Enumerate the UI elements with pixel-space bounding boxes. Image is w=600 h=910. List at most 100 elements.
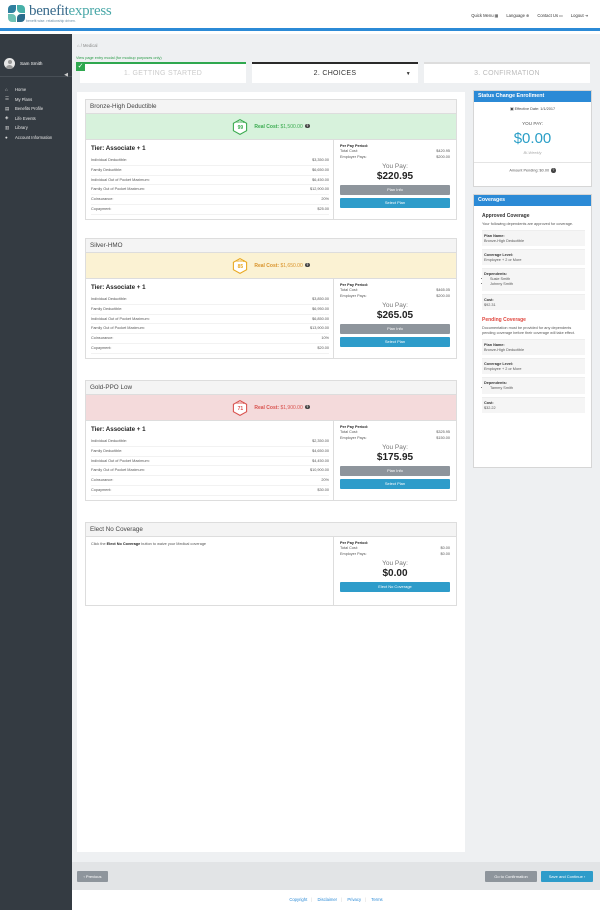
detail-row: Individual Deductible: $2,350.00	[91, 437, 329, 447]
quick-menu-link[interactable]: Quick Menu▦	[471, 13, 498, 18]
previous-button[interactable]: ‹ Previous	[77, 871, 108, 882]
footer: Copyright | Disclaimer | Privacy | Terms	[72, 890, 600, 910]
logo-mark-icon	[7, 4, 26, 23]
no-coverage-card: Elect No Coverage Click the Elect No Cov…	[85, 522, 457, 606]
globe-icon: ⊕	[525, 13, 530, 18]
detail-row: Individual Out of Pocket Maximum: $6,450.…	[91, 176, 329, 186]
action-bar: ‹ Previous Go to Confirmation Save and C…	[72, 862, 600, 890]
info-icon[interactable]: ?	[305, 123, 310, 129]
you-pay-amount: $0.00	[382, 567, 408, 579]
plan-info-button[interactable]: Plan Info	[340, 323, 450, 334]
event-icon: ◈	[5, 115, 9, 121]
score-hex-icon: SCORE 99	[232, 118, 248, 135]
user-profile[interactable]: Sam Smith ◀	[0, 34, 72, 78]
sidebar-item-my-plans[interactable]: ☰ My Plans	[0, 95, 72, 105]
detail-row: Family Out of Pocket Maximum: $13,900.00	[91, 324, 329, 335]
info-icon[interactable]: ?	[305, 262, 310, 268]
tier-label: Tier: Associate + 1	[91, 145, 146, 152]
footer-link-terms[interactable]: Terms	[371, 897, 382, 902]
select-plan-button[interactable]: Select Plan	[340, 197, 450, 208]
go-to-confirmation-button[interactable]: Go to Confirmation	[485, 871, 537, 882]
list-icon: ☰	[5, 96, 10, 102]
top-header: benefitexpress benefit wise. relationshi…	[0, 0, 600, 31]
coverage-item: Coverage Level: Employee + 2 or More	[482, 249, 585, 266]
footer-link-disclaimer[interactable]: Disclaimer	[318, 897, 338, 902]
sidebar-item-library[interactable]: ▥ Library	[0, 123, 72, 133]
calendar-icon: ▣	[509, 107, 514, 111]
detail-row: Coinsurance: 10%	[91, 334, 329, 344]
amount-pending: Amount Pending: $0.00 ?	[474, 162, 591, 173]
real-cost: Real Cost: $1,900.00 ?	[254, 404, 310, 411]
select-plan-button[interactable]: Select Plan	[340, 478, 450, 489]
entry-modal-link[interactable]: View page entry modal (for mockup purpos…	[76, 56, 162, 60]
coverage-item: Coverage Level: Employee + 2 or More	[482, 358, 585, 375]
breadcrumb-current: Medical	[83, 43, 98, 48]
plan-title: Gold-PPO Low	[86, 381, 456, 395]
coverage-item: Plan Name: Bronze-High Deductible	[482, 339, 585, 356]
you-pay-amount: $220.95	[376, 170, 414, 182]
coverage-item: Plan Name: Bronze-High Deductible	[482, 230, 585, 247]
avatar	[4, 57, 15, 69]
detail-row: Copayment: $20.00	[91, 344, 329, 354]
footer-link-copyright[interactable]: Copyright	[289, 897, 307, 902]
plan-title: Bronze-High Deductible	[86, 100, 456, 114]
footer-link-privacy[interactable]: Privacy	[347, 897, 361, 902]
user-icon: ●	[5, 134, 8, 140]
tier-label: Tier: Associate + 1	[91, 426, 146, 433]
detail-row: Family Out of Pocket Maximum: $12,900.00	[91, 185, 329, 196]
sidebar-item-account-information[interactable]: ● Account Information	[0, 133, 72, 143]
plan-info-button[interactable]: Plan Info	[340, 184, 450, 195]
step-choices[interactable]: 2. CHOICES ▼	[252, 62, 418, 83]
plan-info-button[interactable]: Plan Info	[340, 465, 450, 476]
detail-row: Individual Deductible: $3,350.00	[91, 156, 329, 166]
score-value: 71	[237, 406, 244, 412]
sidebar-item-home[interactable]: ⌂ Home	[0, 85, 72, 95]
check-icon: ✓	[76, 62, 85, 71]
plan-title: Elect No Coverage	[86, 523, 456, 537]
you-pay-amount: $175.95	[376, 451, 414, 463]
panel-title: Status Change Enrollment	[474, 91, 591, 102]
panel-title: Coverages	[474, 195, 591, 206]
detail-row: Individual Deductible: $3,850.00	[91, 295, 329, 305]
sidebar: Sam Smith ◀ ⌂ Home ☰ My Plans ▤ Benefits Pr…	[0, 34, 72, 910]
info-icon[interactable]: ?	[551, 168, 556, 173]
coverage-item: Cost: $92.31	[482, 293, 585, 310]
language-link[interactable]: Language⊕	[506, 13, 529, 18]
brand-name: benefitexpress	[29, 3, 112, 19]
score-band: SCORE 99 Real Cost: $1,500.00 ?	[86, 114, 456, 140]
chat-icon: ▭	[559, 13, 563, 18]
collapse-sidebar-icon[interactable]: ◀	[64, 72, 68, 78]
you-pay-amount: $265.05	[376, 309, 414, 321]
step-confirmation: 3. CONFIRMATION	[424, 62, 590, 83]
user-name: Sam Smith	[20, 60, 43, 66]
detail-row: Coinsurance: 20%	[91, 476, 329, 486]
score-value: 99	[237, 125, 244, 131]
coverages-panel: Coverages Approved Coverage Your followi…	[473, 194, 592, 468]
detail-row: Coinsurance: 20%	[91, 195, 329, 205]
logout-link[interactable]: Logout⇥	[571, 13, 588, 18]
plans-content: Bronze-High Deductible SCORE 99 Real Cos…	[77, 92, 465, 852]
sidebar-item-benefits-profile[interactable]: ▤ Benefits Profile	[0, 104, 72, 114]
detail-row: Family Deductible: $4,650.00	[91, 447, 329, 457]
main-area: ⌂ / Medical View page entry modal (for m…	[72, 34, 600, 862]
contact-us-link[interactable]: Contact Us▭	[537, 13, 563, 18]
score-hex-icon: SCORE 71	[232, 399, 248, 416]
step-getting-started[interactable]: 1. GETTING STARTED	[80, 62, 246, 83]
brand-logo[interactable]: benefitexpress benefit wise. relationshi…	[7, 3, 112, 23]
select-plan-button[interactable]: Select Plan	[340, 336, 450, 347]
brand-tagline: benefit wise. relationship driven.	[26, 19, 76, 23]
progress-steps: 1. GETTING STARTED 2. CHOICES ▼ 3. CONFIR…	[80, 62, 590, 83]
home-icon[interactable]: ⌂	[77, 43, 80, 48]
coverage-item: Dependents: Tammy Smith	[482, 377, 585, 395]
real-cost: Real Cost: $1,650.00 ?	[254, 262, 310, 269]
real-cost: Real Cost: $1,500.00 ?	[254, 123, 310, 130]
detail-row: Family Out of Pocket Maximum: $10,900.00	[91, 466, 329, 477]
score-band: SCORE 71 Real Cost: $1,900.00 ?	[86, 395, 456, 421]
info-icon[interactable]: ?	[305, 404, 310, 410]
sidebar-item-life-events[interactable]: ◈ Life Events	[0, 114, 72, 124]
score-value: 85	[237, 264, 244, 270]
logout-icon: ⇥	[584, 13, 588, 18]
elect-no-coverage-button[interactable]: Elect No Coverage	[340, 581, 450, 592]
profile-icon: ▤	[5, 105, 10, 111]
save-and-continue-button[interactable]: Save and Continue ›	[541, 871, 593, 882]
